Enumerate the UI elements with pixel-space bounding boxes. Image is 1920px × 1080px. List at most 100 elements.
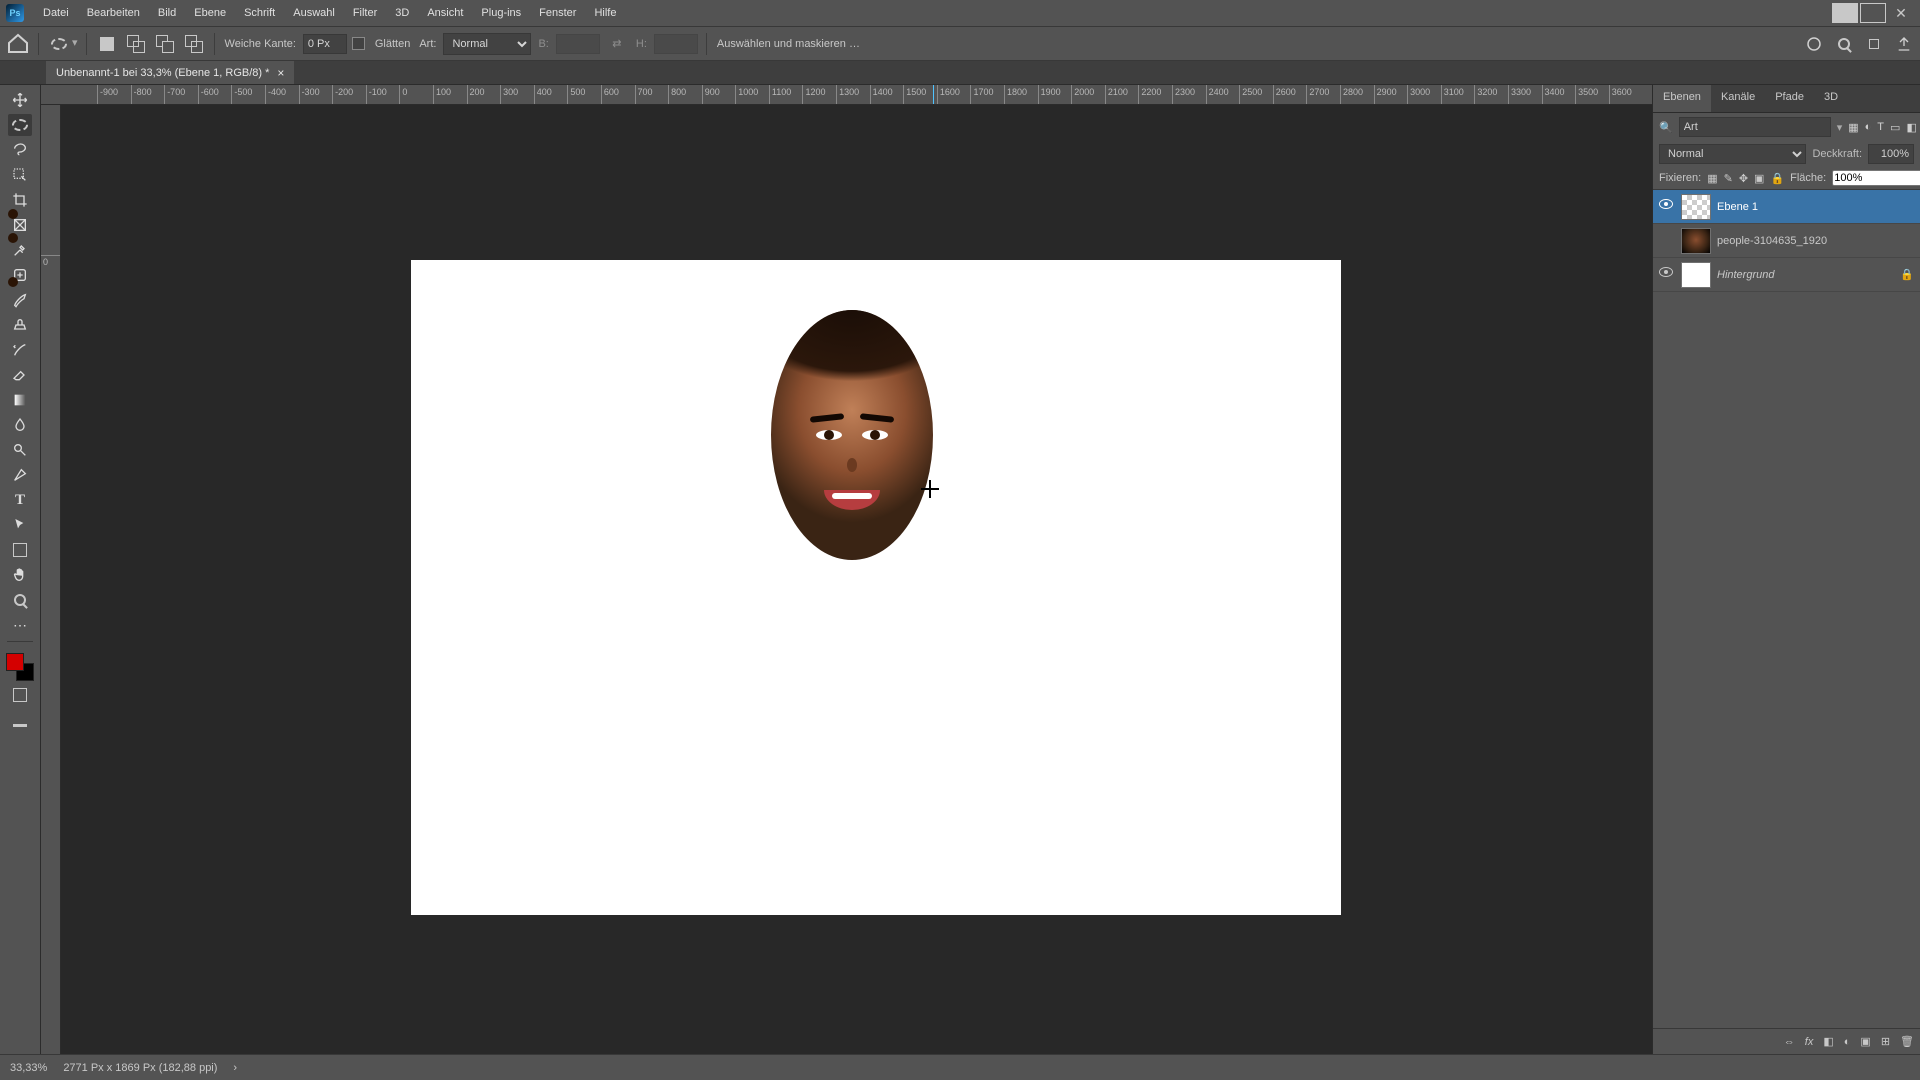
status-more-icon[interactable]: › xyxy=(233,1062,237,1074)
menu-ansicht[interactable]: Ansicht xyxy=(418,3,472,23)
blur-tool-icon[interactable] xyxy=(8,414,32,436)
panel-tab-ebenen[interactable]: Ebenen xyxy=(1653,85,1711,112)
ruler-vertical[interactable]: 0 xyxy=(41,105,61,1054)
share-icon[interactable] xyxy=(1894,34,1914,54)
lock-paint-icon[interactable]: ✎ xyxy=(1724,170,1733,186)
menu-datei[interactable]: Datei xyxy=(34,3,78,23)
cloud-sync-icon[interactable] xyxy=(1804,34,1824,54)
lock-all-icon[interactable]: 🔒 xyxy=(1770,170,1784,186)
foreground-color-swatch[interactable] xyxy=(6,653,24,671)
type-tool-icon[interactable]: T xyxy=(8,489,32,511)
zoom-level[interactable]: 33,33% xyxy=(10,1062,47,1074)
feather-input[interactable] xyxy=(303,34,347,54)
fill-input[interactable] xyxy=(1832,170,1920,186)
zoom-tool-icon[interactable] xyxy=(8,589,32,611)
dodge-tool-icon[interactable] xyxy=(8,439,32,461)
document-tab-close-icon[interactable]: × xyxy=(277,66,284,80)
link-layers-icon[interactable]: ⇔ xyxy=(1784,1036,1795,1048)
blend-mode-select[interactable]: Normal xyxy=(1659,144,1806,164)
add-mask-icon[interactable]: ◧ xyxy=(1823,1035,1833,1048)
canvas-stage[interactable] xyxy=(61,105,1652,1054)
layer-thumbnail[interactable] xyxy=(1681,194,1711,220)
lasso-tool-icon[interactable] xyxy=(8,139,32,161)
window-maximize-button[interactable] xyxy=(1860,3,1886,23)
color-swatches[interactable] xyxy=(6,653,34,681)
layer-lock-icon[interactable]: 🔒 xyxy=(1900,268,1914,281)
layer-visibility-icon[interactable] xyxy=(1659,233,1675,249)
brush-tool-icon[interactable] xyxy=(8,289,32,311)
selection-intersect-icon[interactable] xyxy=(182,32,206,56)
screenmode-toggle-icon[interactable] xyxy=(8,709,32,731)
tool-preset-ellipse-icon[interactable] xyxy=(47,32,71,56)
quickmask-toggle-icon[interactable] xyxy=(8,684,32,706)
layer-row[interactable]: people-3104635_1920 xyxy=(1653,224,1920,258)
menu-schrift[interactable]: Schrift xyxy=(235,3,284,23)
layer-name[interactable]: people-3104635_1920 xyxy=(1717,235,1914,247)
opacity-input[interactable] xyxy=(1868,144,1914,164)
lock-transparency-icon[interactable]: ▦ xyxy=(1707,170,1717,186)
antialias-checkbox[interactable] xyxy=(352,37,365,50)
filter-adjust-icon[interactable]: ◐ xyxy=(1865,118,1872,136)
pen-tool-icon[interactable] xyxy=(8,464,32,486)
menu-auswahl[interactable]: Auswahl xyxy=(284,3,344,23)
panel-tab-3d[interactable]: 3D xyxy=(1814,85,1848,112)
lock-artboard-icon[interactable]: ▣ xyxy=(1754,170,1764,186)
filter-type-icon[interactable]: T xyxy=(1877,118,1884,136)
menu-bild[interactable]: Bild xyxy=(149,3,185,23)
document-tab[interactable]: Unbenannt-1 bei 33,3% (Ebene 1, RGB/8) *… xyxy=(46,61,294,84)
menu-3d[interactable]: 3D xyxy=(386,3,418,23)
style-select[interactable]: Normal xyxy=(443,33,531,55)
window-close-button[interactable]: ✕ xyxy=(1888,3,1914,23)
adjustment-layer-icon[interactable]: ◐ xyxy=(1844,1036,1851,1048)
marquee-ellipse-tool-icon[interactable] xyxy=(8,114,32,136)
history-brush-tool-icon[interactable] xyxy=(8,339,32,361)
window-minimize-button[interactable] xyxy=(1832,3,1858,23)
crop-tool-icon[interactable] xyxy=(8,189,32,211)
layer-row[interactable]: Ebene 1 xyxy=(1653,190,1920,224)
select-and-mask-button[interactable]: Auswählen und maskieren … xyxy=(717,38,860,50)
menu-fenster[interactable]: Fenster xyxy=(530,3,585,23)
menu-hilfe[interactable]: Hilfe xyxy=(585,3,625,23)
layer-group-icon[interactable]: ▣ xyxy=(1860,1035,1870,1048)
move-tool-icon[interactable] xyxy=(8,89,32,111)
document-info[interactable]: 2771 Px x 1869 Px (182,88 ppi) xyxy=(63,1062,217,1074)
selection-subtract-icon[interactable] xyxy=(153,32,177,56)
new-layer-icon[interactable]: ⊞ xyxy=(1881,1035,1890,1048)
panel-tab-pfade[interactable]: Pfade xyxy=(1765,85,1814,112)
panel-tab-kanäle[interactable]: Kanäle xyxy=(1711,85,1765,112)
eraser-tool-icon[interactable] xyxy=(8,364,32,386)
selection-new-icon[interactable] xyxy=(95,32,119,56)
layer-name[interactable]: Ebene 1 xyxy=(1717,201,1914,213)
menu-ebene[interactable]: Ebene xyxy=(185,3,235,23)
layer-name[interactable]: Hintergrund xyxy=(1717,269,1894,281)
filter-pixel-icon[interactable]: ▦ xyxy=(1848,118,1858,136)
path-selection-tool-icon[interactable] xyxy=(8,514,32,536)
ruler-horizontal[interactable]: -900-800-700-600-500-400-300-200-1000100… xyxy=(41,85,1652,105)
layers-filter-input[interactable] xyxy=(1679,117,1831,137)
layer-style-icon[interactable]: fx xyxy=(1805,1036,1814,1048)
delete-layer-icon[interactable]: 🗑 xyxy=(1900,1035,1914,1048)
toolbar-more-icon[interactable]: ⋯ xyxy=(8,614,32,636)
dropdown-caret-icon[interactable]: ▾ xyxy=(1837,121,1843,134)
lock-position-icon[interactable]: ✥ xyxy=(1739,170,1748,186)
search-icon[interactable] xyxy=(1834,34,1854,54)
layer-thumbnail[interactable] xyxy=(1681,262,1711,288)
selection-add-icon[interactable] xyxy=(124,32,148,56)
layer-thumbnail[interactable] xyxy=(1681,228,1711,254)
menu-filter[interactable]: Filter xyxy=(344,3,386,23)
layer-visibility-icon[interactable] xyxy=(1659,267,1675,283)
hand-tool-icon[interactable] xyxy=(8,564,32,586)
rectangle-shape-tool-icon[interactable] xyxy=(8,539,32,561)
layer-row[interactable]: Hintergrund 🔒 xyxy=(1653,258,1920,292)
clone-stamp-tool-icon[interactable] xyxy=(8,314,32,336)
workspace-switcher-icon[interactable] xyxy=(1864,34,1884,54)
home-button[interactable] xyxy=(6,32,30,56)
filter-shape-icon[interactable]: ▭ xyxy=(1890,118,1900,136)
search-icon[interactable]: 🔍 xyxy=(1659,121,1673,134)
filter-smart-icon[interactable]: ◧ xyxy=(1906,118,1916,136)
layer-visibility-icon[interactable] xyxy=(1659,199,1675,215)
dropdown-caret-icon[interactable]: ▾ xyxy=(72,36,78,49)
menu-bearbeiten[interactable]: Bearbeiten xyxy=(78,3,149,23)
object-selection-tool-icon[interactable] xyxy=(8,164,32,186)
menu-plug-ins[interactable]: Plug-ins xyxy=(472,3,530,23)
